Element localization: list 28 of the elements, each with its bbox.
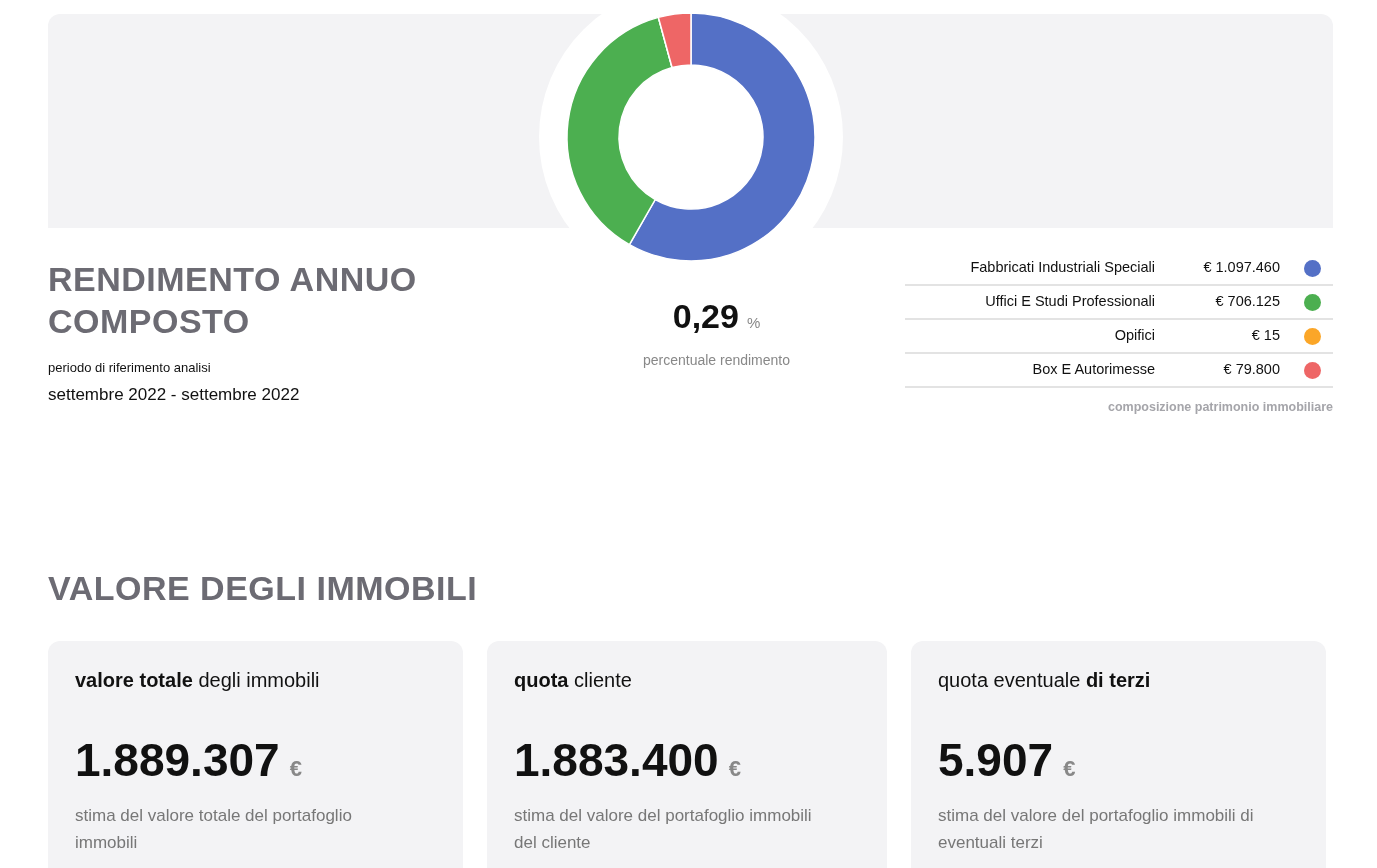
card-value: 5.907 bbox=[938, 733, 1054, 786]
section-title: RENDIMENTO ANNUO COMPOSTO bbox=[48, 259, 418, 342]
card-title: quota cliente bbox=[514, 667, 633, 693]
section-title: VALORE DEGLI IMMOBILI bbox=[48, 567, 479, 609]
currency-unit: € bbox=[289, 755, 302, 781]
legend-amount: € 1.097.460 bbox=[1202, 258, 1280, 278]
legend-label: Uffici E Studi Professionali bbox=[985, 292, 1155, 312]
card-description: stima del valore del portafoglio immobili di eventuali terzi bbox=[938, 804, 1255, 854]
legend-label: Box E Autorimesse bbox=[1032, 360, 1155, 380]
legend-label: Fabbricati Industriali Speciali bbox=[970, 258, 1155, 278]
legend-amount: € 15 bbox=[1250, 326, 1280, 346]
percent-unit: % bbox=[746, 314, 761, 331]
card-value: 1.889.307 bbox=[75, 733, 280, 786]
return-caption: percentuale rendimento bbox=[641, 351, 792, 370]
period-text: settembre 2022 - settembre 2022 bbox=[48, 383, 301, 406]
legend-label: Opifici bbox=[1114, 326, 1155, 346]
legend-caption: composizione patrimonio immobiliare bbox=[1106, 399, 1333, 416]
legend-amount: € 706.125 bbox=[1214, 292, 1280, 312]
currency-unit: € bbox=[728, 755, 741, 781]
legend-amount: € 79.800 bbox=[1222, 360, 1280, 380]
card-description: stima del valore totale del portafoglio immobili bbox=[75, 804, 353, 854]
period-label: periodo di riferimento analisi bbox=[48, 359, 212, 377]
return-value: 0,29 bbox=[672, 297, 739, 335]
card-title: valore totale degli immobili bbox=[75, 667, 321, 693]
card-title: quota eventuale di terzi bbox=[938, 667, 1152, 693]
currency-unit: € bbox=[1063, 755, 1076, 781]
card-value: 1.883.400 bbox=[514, 733, 719, 786]
card-description: stima del valore del portafoglio immobili del cliente bbox=[514, 804, 813, 854]
